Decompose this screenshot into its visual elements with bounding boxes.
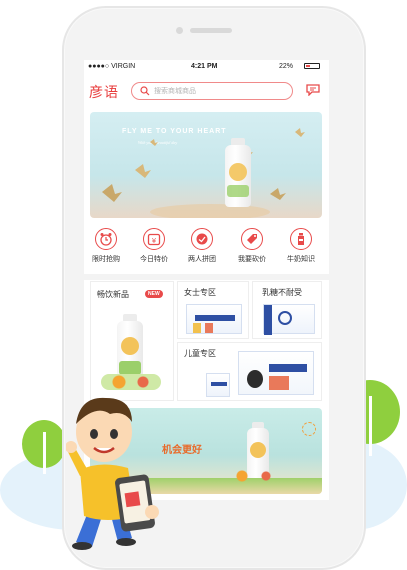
category-label: 两人拼团 bbox=[188, 255, 216, 263]
category-daily-special[interactable]: ¥ 今日特价 bbox=[134, 228, 174, 264]
fruit-decoration bbox=[101, 374, 161, 390]
kids-zone-card[interactable]: 儿童专区 bbox=[177, 342, 322, 401]
price-cut-icon bbox=[241, 228, 263, 250]
product-box-image bbox=[238, 351, 314, 395]
lactose-free-title: 乳糖不耐受 bbox=[262, 288, 302, 297]
battery-icon bbox=[304, 63, 320, 69]
hero-banner[interactable]: FLY ME TO YOUR HEART With you a beautifu… bbox=[90, 112, 322, 218]
lactose-free-card[interactable]: 乳糖不耐受 bbox=[252, 281, 322, 339]
women-zone-title: 女士专区 bbox=[184, 288, 216, 297]
bird-decoration-icon bbox=[102, 128, 305, 218]
category-label: 限时抢购 bbox=[92, 255, 120, 263]
phone-speaker bbox=[190, 28, 232, 33]
category-flash-sale[interactable]: 限时抢购 bbox=[86, 228, 126, 264]
front-camera bbox=[176, 27, 183, 34]
product-box-image bbox=[263, 304, 315, 335]
sun-icon bbox=[302, 422, 316, 436]
women-zone-card[interactable]: 女士专区 bbox=[177, 281, 249, 339]
cartoon-boy-mascot bbox=[66, 397, 159, 550]
svg-text:¥: ¥ bbox=[152, 237, 157, 245]
clock: 4:21 PM bbox=[191, 63, 218, 70]
carrier-label: ●●●●○ VIRGIN bbox=[88, 63, 136, 70]
kids-zone-title: 儿童专区 bbox=[184, 349, 216, 358]
new-badge: NEW bbox=[145, 290, 163, 298]
product-box-image bbox=[186, 304, 242, 334]
category-label: 今日特价 bbox=[140, 255, 168, 263]
product-small-box-image bbox=[206, 373, 230, 397]
message-icon[interactable] bbox=[306, 84, 320, 96]
milk-bottle-icon bbox=[290, 228, 312, 250]
search-icon bbox=[140, 86, 150, 96]
section-divider bbox=[84, 274, 329, 280]
app-logo[interactable]: 彦语 bbox=[89, 82, 119, 102]
new-products-card[interactable]: 畅饮新品 NEW bbox=[90, 281, 174, 401]
calendar-price-icon: ¥ bbox=[143, 228, 165, 250]
new-products-title: 畅饮新品 bbox=[97, 290, 129, 299]
search-placeholder: 搜索商城商品 bbox=[154, 87, 196, 95]
category-group-buy[interactable]: 两人拼团 bbox=[182, 228, 222, 264]
category-milk-knowledge[interactable]: 牛奶知识 bbox=[281, 228, 321, 264]
group-buy-icon bbox=[191, 228, 213, 250]
category-bargain[interactable]: 我要砍价 bbox=[232, 228, 272, 264]
category-label: 牛奶知识 bbox=[287, 255, 315, 263]
category-label: 我要砍价 bbox=[238, 255, 266, 263]
search-input[interactable]: 搜索商城商品 bbox=[131, 82, 293, 100]
status-bar: ●●●●○ VIRGIN 4:21 PM 22% bbox=[84, 60, 329, 74]
alarm-clock-icon bbox=[95, 228, 117, 250]
banner-pagination[interactable] bbox=[297, 210, 315, 218]
battery-percent: 22% bbox=[279, 63, 294, 70]
milk-bottle-image bbox=[225, 145, 251, 207]
